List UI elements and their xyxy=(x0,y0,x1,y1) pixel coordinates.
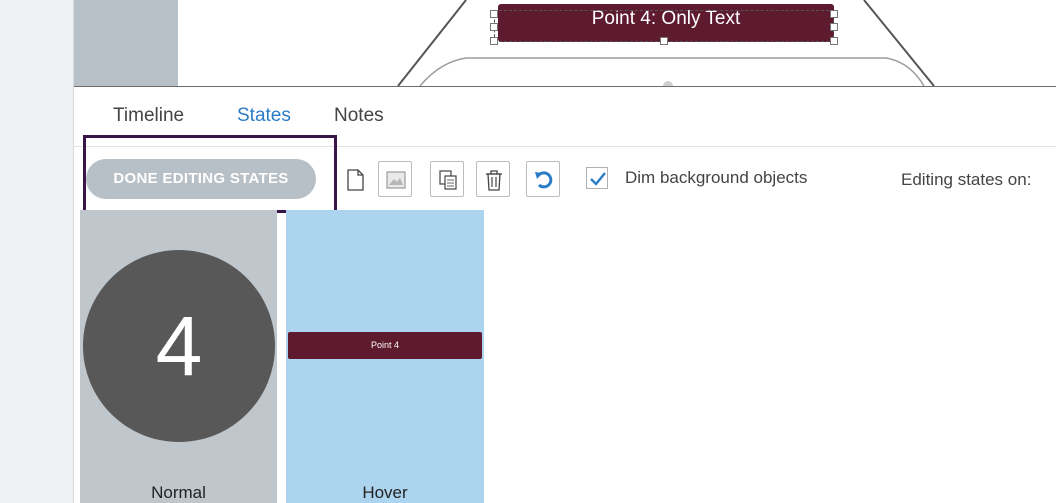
done-editing-states-button[interactable]: DONE EDITING STATES xyxy=(86,159,316,199)
new-state-button[interactable] xyxy=(337,161,371,197)
image-state-button[interactable] xyxy=(378,161,412,197)
resize-handle-top-right[interactable] xyxy=(830,10,838,18)
delete-state-button[interactable] xyxy=(476,161,510,197)
number-circle: 4 xyxy=(83,250,275,442)
trash-icon xyxy=(486,170,502,191)
state-thumbnail-normal[interactable]: 4 Normal xyxy=(80,210,277,503)
new-state-icon xyxy=(347,169,364,191)
tab-states[interactable]: States xyxy=(237,105,291,127)
state-label-hover: Hover xyxy=(362,483,408,502)
duplicate-state-icon xyxy=(439,170,457,190)
resize-handle-bottom-center[interactable] xyxy=(660,37,668,45)
panel-tabs: Timeline States Notes xyxy=(74,87,1056,147)
editing-states-on-label: Editing states on: xyxy=(901,170,1032,189)
tab-timeline[interactable]: Timeline xyxy=(113,105,184,127)
left-panel-strip xyxy=(0,0,73,503)
image-state-icon xyxy=(386,171,406,189)
tabs-divider xyxy=(74,146,1056,147)
checkmark-icon xyxy=(590,172,606,186)
dim-background-label: Dim background objects xyxy=(625,168,808,187)
point-banner-text: Point 4: Only Text xyxy=(591,8,741,29)
reset-state-button[interactable] xyxy=(526,161,560,197)
resize-handle-mid-right[interactable] xyxy=(830,23,838,31)
resize-handle-bottom-left[interactable] xyxy=(490,37,498,45)
reset-icon xyxy=(535,171,553,189)
tab-notes[interactable]: Notes xyxy=(334,105,384,127)
state-label-normal: Normal xyxy=(151,483,206,502)
dim-background-checkbox[interactable] xyxy=(586,167,608,189)
resize-handle-bottom-right[interactable] xyxy=(830,37,838,45)
duplicate-state-button[interactable] xyxy=(430,161,464,197)
resize-handle-mid-left[interactable] xyxy=(490,23,498,31)
state-thumbnail-hover[interactable]: Point 4 Hover xyxy=(286,210,484,503)
resize-handle-top-left[interactable] xyxy=(490,10,498,18)
hover-point-banner: Point 4 xyxy=(288,332,482,359)
